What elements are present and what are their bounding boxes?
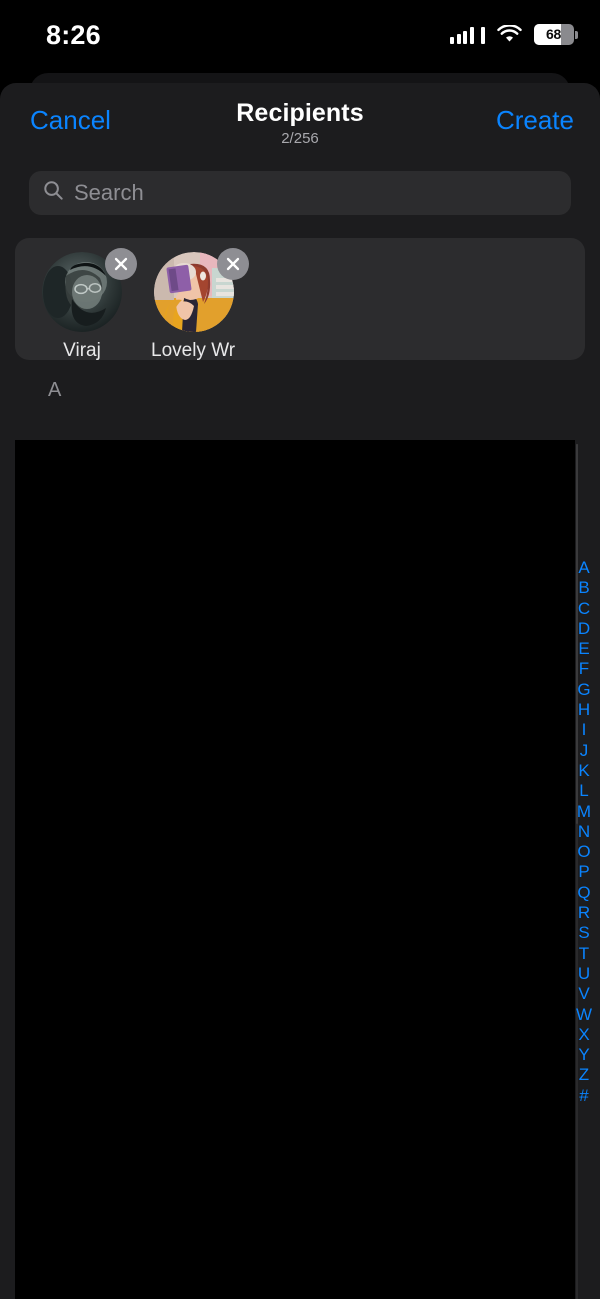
status-bar: 8:26 68 — [0, 0, 600, 73]
alpha-index-letter-v[interactable]: V — [572, 984, 596, 1004]
recipient-chip[interactable]: Viraj — [39, 248, 137, 360]
alpha-index-letter-s[interactable]: S — [572, 923, 596, 943]
alpha-index-letter-c[interactable]: C — [572, 599, 596, 619]
alpha-index-letter-e[interactable]: E — [572, 639, 596, 659]
wifi-icon — [496, 25, 522, 44]
recipient-name: Viraj — [63, 340, 101, 360]
contact-section-header: A — [0, 371, 600, 411]
alpha-index-letter-b[interactable]: B — [572, 578, 596, 598]
alpha-index-letter-a[interactable]: A — [572, 558, 596, 578]
alpha-index-letter-k[interactable]: K — [572, 761, 596, 781]
alpha-index-letter-p[interactable]: P — [572, 862, 596, 882]
alpha-index-letter-d[interactable]: D — [572, 619, 596, 639]
cellular-bars-icon — [450, 25, 485, 44]
close-icon[interactable] — [105, 248, 137, 280]
battery-icon: 68 — [533, 24, 578, 45]
alpha-index-letter-y[interactable]: Y — [572, 1045, 596, 1065]
alpha-index-letter-m[interactable]: M — [572, 802, 596, 822]
battery-percent-label: 68 — [546, 26, 561, 42]
recipient-chip[interactable]: Lovely Wr… — [151, 248, 249, 360]
status-bar-time: 8:26 — [46, 20, 101, 50]
alpha-index-letter-t[interactable]: T — [572, 944, 596, 964]
alpha-index-letter-l[interactable]: L — [572, 781, 596, 801]
alpha-index-letter-h[interactable]: H — [572, 700, 596, 720]
alphabet-index[interactable]: A B C D E F G H I J K L M N O P Q R S T U V W X Y Z # — [572, 558, 596, 1106]
search-field[interactable] — [29, 171, 571, 215]
sheet-nav-bar: Cancel Recipients 2/256 Create — [0, 83, 600, 155]
phone-screen: 8:26 68 Cancel Recipients 2/256 Create S… — [0, 0, 600, 1299]
alpha-index-letter-f[interactable]: F — [572, 659, 596, 679]
alpha-index-letter-o[interactable]: O — [572, 842, 596, 862]
alpha-index-letter-j[interactable]: J — [572, 741, 596, 761]
close-icon[interactable] — [217, 248, 249, 280]
alpha-index-letter-x[interactable]: X — [572, 1025, 596, 1045]
alpha-index-letter-g[interactable]: G — [572, 680, 596, 700]
contact-list[interactable] — [15, 440, 575, 1299]
section-header-letter: A — [48, 379, 62, 401]
alpha-index-letter-w[interactable]: W — [572, 1005, 596, 1025]
alpha-index-letter-i[interactable]: I — [572, 720, 596, 740]
recipients-sheet: Cancel Recipients 2/256 Create Search Vi… — [0, 83, 600, 1299]
status-bar-indicators: 68 — [450, 24, 578, 45]
search-input[interactable] — [74, 180, 557, 206]
selected-recipients-panel: Viraj Lovely Wr — [15, 238, 585, 360]
alpha-index-letter-n[interactable]: N — [572, 822, 596, 842]
alpha-index-letter-z[interactable]: Z — [572, 1065, 596, 1085]
create-button[interactable]: Create — [496, 105, 574, 136]
alpha-index-letter-q[interactable]: Q — [572, 883, 596, 903]
alpha-index-letter-r[interactable]: R — [572, 903, 596, 923]
search-icon — [43, 180, 74, 206]
recipient-name: Lovely Wr… — [151, 340, 237, 360]
alpha-index-letter-hash[interactable]: # — [572, 1086, 596, 1106]
alpha-index-letter-u[interactable]: U — [572, 964, 596, 984]
